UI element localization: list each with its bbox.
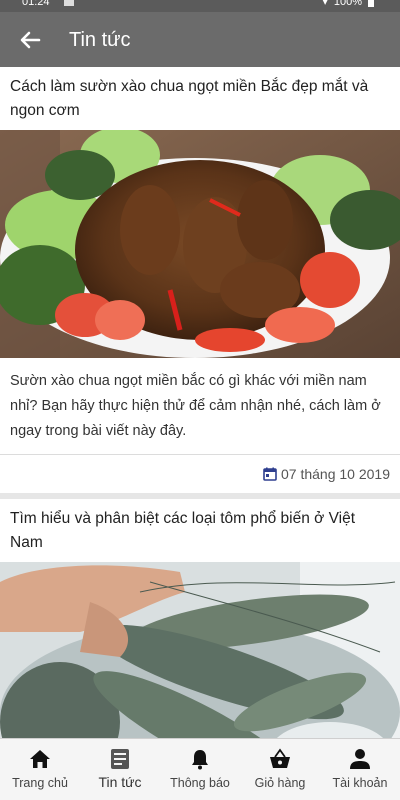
news-feed[interactable]: Cách làm sườn xào chua ngọt miền Bắc đẹp…	[0, 67, 400, 738]
article-title[interactable]: Tìm hiểu và phân biệt các loại tôm phổ b…	[0, 499, 400, 562]
nav-item-news[interactable]: Tin tức	[80, 739, 160, 800]
status-time: 01:24	[22, 0, 50, 8]
nav-label-notifications: Thông báo	[170, 776, 230, 790]
battery-icon	[368, 0, 374, 7]
news-icon	[111, 749, 129, 769]
nav-label-news: Tin tức	[98, 774, 142, 790]
nav-item-account[interactable]: Tài khoản	[320, 739, 400, 800]
bell-icon	[192, 750, 208, 770]
status-bar: 01:24 ▾ 100%	[0, 0, 400, 12]
gallery-notification-icon	[64, 0, 74, 6]
back-arrow-icon[interactable]	[14, 24, 46, 56]
home-icon	[30, 750, 50, 768]
nav-item-cart[interactable]: Giỏ hàng	[240, 739, 320, 800]
bottom-navigation: Trang chủ Tin tức Thông báo Giỏ hàng Tài…	[0, 738, 400, 800]
calendar-icon	[263, 467, 277, 481]
person-icon	[350, 749, 370, 769]
signal-icon: ▾	[322, 0, 328, 8]
battery-text: 100%	[333, 0, 362, 8]
article-card[interactable]: Tìm hiểu và phân biệt các loại tôm phổ b…	[0, 499, 400, 738]
app-bar: Tin tức	[0, 12, 400, 67]
nav-label-cart: Giỏ hàng	[254, 776, 306, 790]
status-right: ▾ 100%	[322, 0, 374, 8]
article-title[interactable]: Cách làm sườn xào chua ngọt miền Bắc đẹp…	[0, 67, 400, 130]
article-date-row: 07 tháng 10 2019	[0, 455, 400, 493]
page-title: Tin tức	[69, 29, 131, 51]
nav-label-home: Trang chủ	[12, 776, 68, 790]
basket-icon	[270, 748, 290, 768]
article-image-shrimp[interactable]	[0, 562, 400, 738]
article-date: 07 tháng 10 2019	[281, 466, 390, 482]
article-image-pork-ribs[interactable]	[0, 130, 400, 358]
nav-label-account: Tài khoản	[332, 776, 388, 790]
article-card[interactable]: Cách làm sườn xào chua ngọt miền Bắc đẹp…	[0, 67, 400, 493]
nav-item-home[interactable]: Trang chủ	[0, 739, 80, 800]
article-description: Sườn xào chua ngọt miền bắc có gì khác v…	[0, 358, 400, 455]
nav-item-notifications[interactable]: Thông báo	[160, 739, 240, 800]
